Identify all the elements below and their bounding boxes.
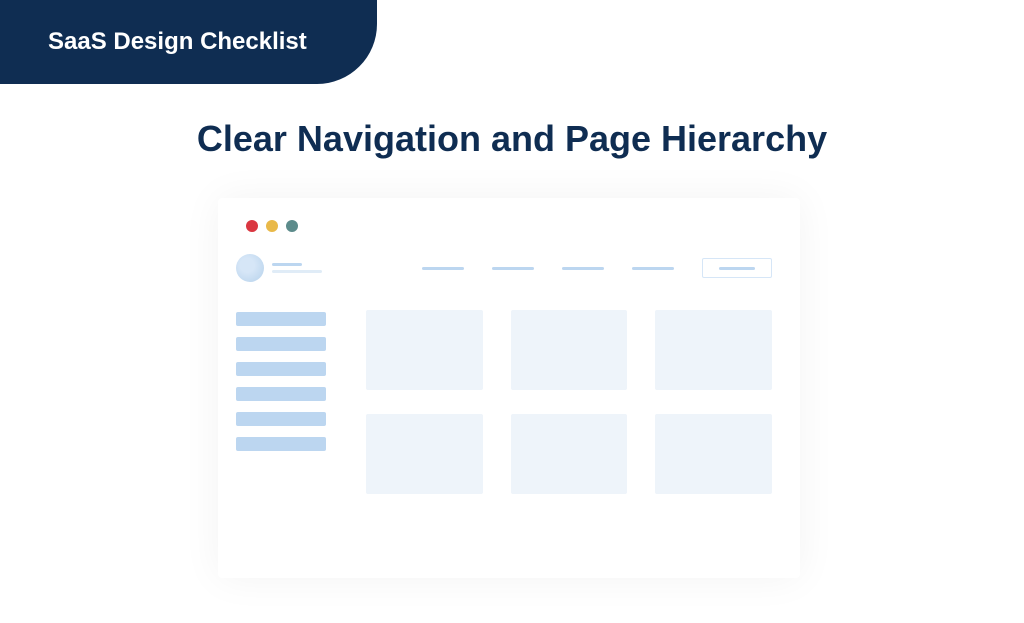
top-nav-link xyxy=(422,267,464,270)
content-card xyxy=(511,310,628,390)
top-nav xyxy=(366,258,772,278)
top-nav-button xyxy=(702,258,772,278)
profile-block xyxy=(236,248,330,282)
wireframe-body xyxy=(218,248,800,578)
header-badge: SaaS Design Checklist xyxy=(0,0,377,84)
badge-label: SaaS Design Checklist xyxy=(48,28,307,55)
sidebar-item xyxy=(236,387,326,401)
avatar-icon xyxy=(236,254,264,282)
maximize-dot-icon xyxy=(286,220,298,232)
content-card xyxy=(366,414,483,494)
profile-subtitle-placeholder xyxy=(272,270,322,273)
profile-text-placeholder xyxy=(272,263,322,273)
top-nav-link xyxy=(562,267,604,270)
window-controls xyxy=(218,198,800,248)
card-grid xyxy=(366,310,772,494)
sidebar-nav xyxy=(236,312,330,451)
sidebar-item xyxy=(236,412,326,426)
minimize-dot-icon xyxy=(266,220,278,232)
content-card xyxy=(655,414,772,494)
section-heading: Clear Navigation and Page Hierarchy xyxy=(0,118,1024,160)
top-nav-link xyxy=(632,267,674,270)
content-card xyxy=(511,414,628,494)
content-card xyxy=(655,310,772,390)
content-card xyxy=(366,310,483,390)
sidebar-item xyxy=(236,312,326,326)
sidebar-item xyxy=(236,337,326,351)
sidebar-item xyxy=(236,362,326,376)
profile-name-placeholder xyxy=(272,263,302,266)
wireframe-sidebar xyxy=(218,248,348,578)
app-wireframe xyxy=(218,198,800,578)
button-label-placeholder xyxy=(719,267,755,270)
wireframe-main xyxy=(348,248,800,578)
top-nav-link xyxy=(492,267,534,270)
sidebar-item xyxy=(236,437,326,451)
close-dot-icon xyxy=(246,220,258,232)
